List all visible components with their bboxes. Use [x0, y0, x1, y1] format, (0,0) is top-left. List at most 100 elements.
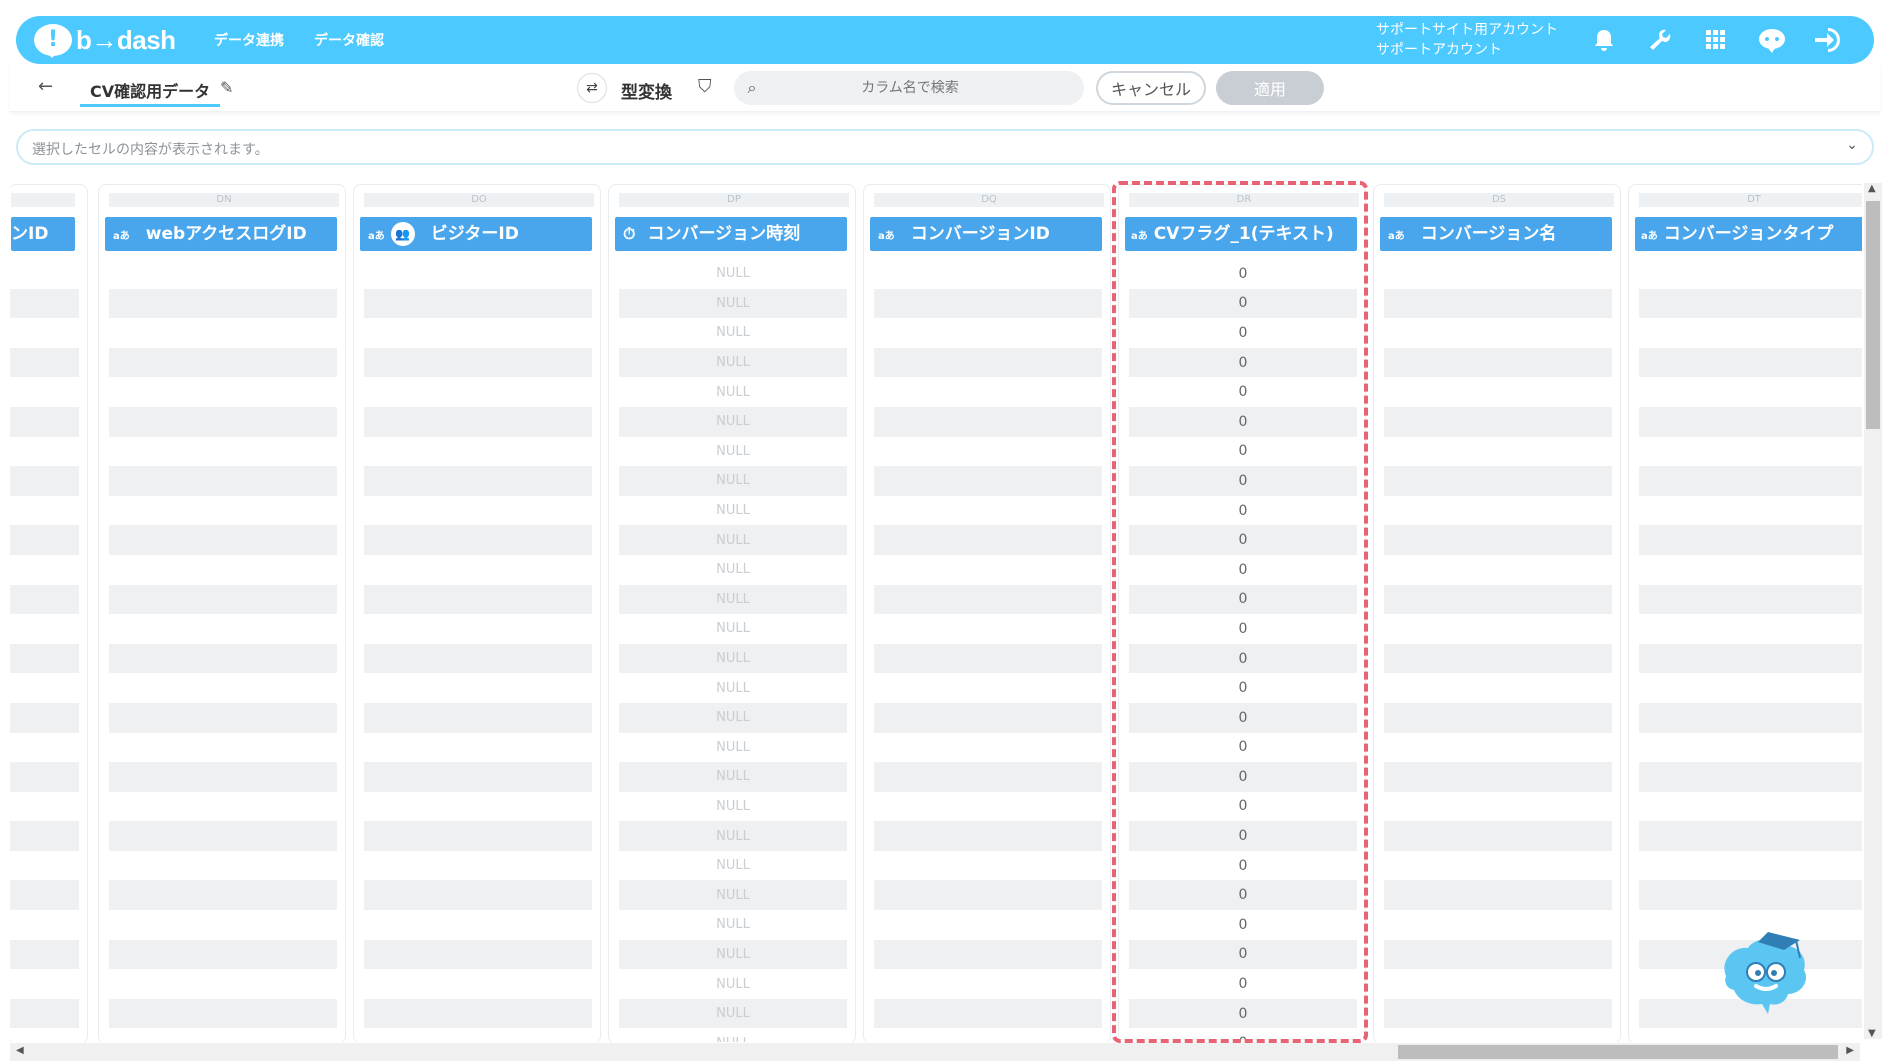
table-cell[interactable]: NULL: [619, 288, 847, 319]
column-header[interactable]: ⏱ コンバージョン時刻: [615, 217, 847, 251]
table-cell[interactable]: 0: [1129, 406, 1357, 437]
scroll-down-icon[interactable]: ▼: [1868, 1028, 1876, 1039]
table-cell[interactable]: NULL: [619, 673, 847, 703]
table-cell[interactable]: [10, 347, 79, 378]
table-cell[interactable]: 0: [1129, 259, 1357, 289]
table-cell[interactable]: [1384, 466, 1612, 496]
table-cell[interactable]: [1639, 406, 1862, 437]
table-cell[interactable]: [1384, 998, 1612, 1029]
table-cell[interactable]: [109, 821, 337, 851]
table-cell[interactable]: [364, 525, 592, 555]
table-cell[interactable]: NULL: [619, 496, 847, 526]
table-cell[interactable]: [109, 555, 337, 585]
scroll-left-icon[interactable]: ◀: [16, 1045, 24, 1056]
table-cell[interactable]: NULL: [619, 969, 847, 999]
table-cell[interactable]: NULL: [619, 910, 847, 940]
table-cell[interactable]: [109, 288, 337, 319]
table-cell[interactable]: [10, 821, 79, 851]
table-cell[interactable]: [1384, 614, 1612, 644]
table-cell[interactable]: 0: [1129, 998, 1357, 1029]
table-cell[interactable]: [109, 643, 337, 674]
table-cell[interactable]: [874, 939, 1102, 970]
table-cell[interactable]: [1384, 880, 1612, 911]
table-cell[interactable]: [1384, 525, 1612, 555]
table-cell[interactable]: [109, 939, 337, 970]
table-cell[interactable]: [10, 525, 79, 555]
table-cell[interactable]: NULL: [619, 733, 847, 763]
table-cell[interactable]: [10, 406, 79, 437]
table-cell[interactable]: [364, 614, 592, 644]
table-cell[interactable]: [10, 762, 79, 792]
account-info[interactable]: サポートサイト用アカウント サポートアカウント: [1376, 20, 1558, 60]
vertical-scrollbar[interactable]: ▲ ▼: [1864, 183, 1882, 1039]
vertical-scroll-thumb[interactable]: [1866, 201, 1880, 429]
table-cell[interactable]: [1639, 762, 1862, 792]
type-convert-label[interactable]: 型変換: [621, 78, 672, 103]
apps-grid-icon[interactable]: [1688, 16, 1744, 64]
table-cell[interactable]: [1639, 821, 1862, 851]
table-cell[interactable]: [874, 614, 1102, 644]
table-cell[interactable]: [364, 762, 592, 792]
table-cell[interactable]: NULL: [619, 821, 847, 851]
table-cell[interactable]: [10, 643, 79, 674]
table-cell[interactable]: [364, 437, 592, 467]
scroll-up-icon[interactable]: ▲: [1868, 183, 1876, 194]
table-cell[interactable]: 0: [1129, 733, 1357, 763]
table-cell[interactable]: 0: [1129, 762, 1357, 792]
table-cell[interactable]: [109, 733, 337, 763]
table-cell[interactable]: [10, 910, 79, 940]
table-cell[interactable]: [364, 406, 592, 437]
column-header[interactable]: aあ 👥 ビジターID: [360, 217, 592, 251]
table-cell[interactable]: NULL: [619, 851, 847, 881]
table-cell[interactable]: [1639, 496, 1862, 526]
table-cell[interactable]: [109, 584, 337, 615]
table-cell[interactable]: 0: [1129, 1028, 1357, 1042]
table-cell[interactable]: [874, 643, 1102, 674]
table-cell[interactable]: [364, 288, 592, 319]
table-cell[interactable]: NULL: [619, 466, 847, 496]
table-cell[interactable]: [10, 318, 79, 348]
table-cell[interactable]: [109, 702, 337, 733]
table-cell[interactable]: [10, 555, 79, 585]
table-cell[interactable]: NULL: [619, 998, 847, 1029]
chevron-down-icon[interactable]: ⌄: [1846, 137, 1858, 153]
table-cell[interactable]: [109, 377, 337, 407]
table-cell[interactable]: NULL: [619, 762, 847, 792]
wrench-icon[interactable]: [1632, 16, 1688, 64]
table-cell[interactable]: [874, 762, 1102, 792]
table-cell[interactable]: [1639, 792, 1862, 822]
shield-icon[interactable]: ⛉: [698, 76, 712, 97]
table-cell[interactable]: 0: [1129, 377, 1357, 407]
table-cell[interactable]: [109, 673, 337, 703]
table-cell[interactable]: [874, 288, 1102, 319]
table-cell[interactable]: [109, 910, 337, 940]
horizontal-scrollbar[interactable]: ◀ ▶: [10, 1043, 1860, 1061]
table-cell[interactable]: [874, 1028, 1102, 1042]
table-cell[interactable]: NULL: [619, 1028, 847, 1042]
mascot-assistant-icon[interactable]: [1716, 924, 1812, 1020]
table-cell[interactable]: [874, 998, 1102, 1029]
table-cell[interactable]: [109, 259, 337, 289]
table-cell[interactable]: [109, 318, 337, 348]
table-cell[interactable]: [364, 377, 592, 407]
table-cell[interactable]: 0: [1129, 673, 1357, 703]
table-cell[interactable]: NULL: [619, 525, 847, 555]
table-cell[interactable]: [364, 910, 592, 940]
table-cell[interactable]: [10, 288, 79, 319]
table-cell[interactable]: [10, 673, 79, 703]
back-arrow-icon[interactable]: ←: [38, 76, 53, 97]
edit-pencil-icon[interactable]: ✎: [220, 78, 233, 97]
table-cell[interactable]: [109, 525, 337, 555]
table-cell[interactable]: [10, 259, 79, 289]
table-cell[interactable]: [364, 792, 592, 822]
table-cell[interactable]: [874, 437, 1102, 467]
table-cell[interactable]: NULL: [619, 702, 847, 733]
table-cell[interactable]: 0: [1129, 466, 1357, 496]
apply-button[interactable]: 適用: [1216, 71, 1324, 105]
table-cell[interactable]: NULL: [619, 792, 847, 822]
table-cell[interactable]: [874, 969, 1102, 999]
table-cell[interactable]: [109, 762, 337, 792]
table-cell[interactable]: [1639, 377, 1862, 407]
table-cell[interactable]: [1639, 555, 1862, 585]
table-cell[interactable]: 0: [1129, 614, 1357, 644]
